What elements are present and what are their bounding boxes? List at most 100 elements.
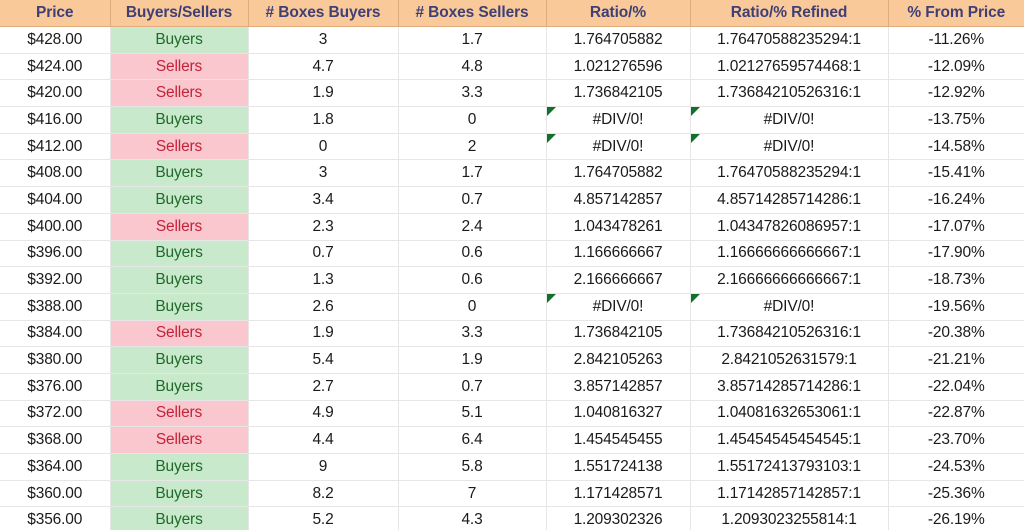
cell-ratio[interactable]: 1.736842105: [546, 79, 691, 108]
table-row[interactable]: $368.00 Sellers 4.4 6.4 1.454545455 1.4545454…: [0, 426, 1024, 454]
cell-boxes_buyers[interactable]: 1.9: [248, 320, 399, 348]
cell-side[interactable]: Sellers: [110, 213, 249, 241]
cell-boxes_sellers[interactable]: 6.4: [398, 426, 547, 454]
cell-price[interactable]: $412.00: [0, 133, 111, 161]
cell-side[interactable]: Sellers: [110, 400, 249, 428]
column-header-buyers-sellers[interactable]: Buyers/Sellers: [110, 0, 249, 27]
cell-ratio[interactable]: 1.166666667: [546, 240, 691, 268]
cell-boxes_sellers[interactable]: 0.6: [398, 266, 547, 294]
table-row[interactable]: $376.00 Buyers 2.7 0.7 3.857142857 3.85714285…: [0, 373, 1024, 401]
table-row[interactable]: $372.00 Sellers 4.9 5.1 1.040816327 1.0408163…: [0, 400, 1024, 428]
cell-boxes_buyers[interactable]: 3: [248, 159, 399, 188]
table-row[interactable]: $356.00 Buyers 5.2 4.3 1.209302326 1.20930232…: [0, 506, 1024, 530]
cell-side[interactable]: Sellers: [110, 53, 249, 81]
cell-boxes_buyers[interactable]: 0: [248, 133, 399, 161]
cell-boxes_sellers[interactable]: 1.7: [398, 26, 547, 54]
cell-price[interactable]: $428.00: [0, 26, 111, 54]
cell-pct_from_price[interactable]: -26.19%: [888, 506, 1024, 530]
table-row[interactable]: $420.00 Sellers 1.9 3.3 1.736842105 1.7368421…: [0, 79, 1024, 108]
cell-boxes_buyers[interactable]: 4.9: [248, 400, 399, 428]
cell-price[interactable]: $380.00: [0, 346, 111, 374]
cell-ratio[interactable]: 1.454545455: [546, 426, 691, 454]
table-row[interactable]: $392.00 Buyers 1.3 0.6 2.166666667 2.16666666…: [0, 266, 1024, 294]
cell-price[interactable]: $424.00: [0, 53, 111, 81]
cell-ratio[interactable]: 1.551724138: [546, 453, 691, 481]
cell-ratio_refined[interactable]: 1.45454545454545:1: [690, 426, 889, 454]
cell-side[interactable]: Buyers: [110, 293, 249, 321]
cell-ratio_refined[interactable]: 1.76470588235294:1: [690, 159, 889, 188]
cell-side[interactable]: Buyers: [110, 373, 249, 401]
cell-boxes_sellers[interactable]: 3.3: [398, 79, 547, 108]
cell-side[interactable]: Sellers: [110, 133, 249, 161]
cell-pct_from_price[interactable]: -13.75%: [888, 106, 1024, 134]
table-row[interactable]: $388.00 Buyers 2.6 0 #DIV/0! #DIV/0! -19.56%: [0, 293, 1024, 321]
cell-price[interactable]: $376.00: [0, 373, 111, 401]
cell-side[interactable]: Sellers: [110, 79, 249, 108]
cell-pct_from_price[interactable]: -15.41%: [888, 159, 1024, 188]
cell-boxes_buyers[interactable]: 5.4: [248, 346, 399, 374]
cell-boxes_sellers[interactable]: 0: [398, 293, 547, 321]
cell-price[interactable]: $388.00: [0, 293, 111, 321]
cell-side[interactable]: Buyers: [110, 240, 249, 268]
cell-price[interactable]: $392.00: [0, 266, 111, 294]
cell-ratio_refined[interactable]: 1.17142857142857:1: [690, 480, 889, 508]
cell-boxes_sellers[interactable]: 0: [398, 106, 547, 134]
cell-ratio[interactable]: 2.166666667: [546, 266, 691, 294]
cell-pct_from_price[interactable]: -19.56%: [888, 293, 1024, 321]
cell-price[interactable]: $416.00: [0, 106, 111, 134]
table-row[interactable]: $396.00 Buyers 0.7 0.6 1.166666667 1.16666666…: [0, 240, 1024, 268]
cell-price[interactable]: $400.00: [0, 213, 111, 241]
cell-ratio_refined[interactable]: 1.02127659574468:1: [690, 53, 889, 81]
cell-ratio_refined-error[interactable]: #DIV/0!: [690, 293, 889, 321]
cell-ratio[interactable]: 1.043478261: [546, 213, 691, 241]
cell-boxes_sellers[interactable]: 2.4: [398, 213, 547, 241]
cell-pct_from_price[interactable]: -23.70%: [888, 426, 1024, 454]
cell-pct_from_price[interactable]: -21.21%: [888, 346, 1024, 374]
cell-side[interactable]: Buyers: [110, 480, 249, 508]
cell-ratio_refined[interactable]: 1.04081632653061:1: [690, 400, 889, 428]
cell-ratio_refined[interactable]: 1.04347826086957:1: [690, 213, 889, 241]
cell-price[interactable]: $396.00: [0, 240, 111, 268]
cell-boxes_sellers[interactable]: 1.7: [398, 159, 547, 188]
table-row[interactable]: $424.00 Sellers 4.7 4.8 1.021276596 1.0212765…: [0, 53, 1024, 81]
cell-pct_from_price[interactable]: -12.92%: [888, 79, 1024, 108]
column-header-pct-from-price[interactable]: % From Price: [888, 0, 1024, 27]
column-header-ratio-refined[interactable]: Ratio/% Refined: [690, 0, 889, 27]
column-header-ratio[interactable]: Ratio/%: [546, 0, 691, 27]
cell-price[interactable]: $372.00: [0, 400, 111, 428]
cell-side[interactable]: Sellers: [110, 426, 249, 454]
cell-boxes_buyers[interactable]: 1.9: [248, 79, 399, 108]
cell-boxes_sellers[interactable]: 2: [398, 133, 547, 161]
cell-ratio[interactable]: 1.040816327: [546, 400, 691, 428]
cell-ratio_refined[interactable]: 1.2093023255814:1: [690, 506, 889, 530]
cell-side[interactable]: Buyers: [110, 186, 249, 214]
cell-ratio[interactable]: 1.209302326: [546, 506, 691, 530]
table-row[interactable]: $428.00 Buyers 3 1.7 1.764705882 1.7647058823…: [0, 26, 1024, 54]
cell-ratio[interactable]: 1.764705882: [546, 26, 691, 54]
cell-boxes_sellers[interactable]: 7: [398, 480, 547, 508]
cell-pct_from_price[interactable]: -24.53%: [888, 453, 1024, 481]
cell-side[interactable]: Buyers: [110, 453, 249, 481]
cell-ratio_refined[interactable]: 1.16666666666667:1: [690, 240, 889, 268]
cell-ratio_refined[interactable]: 3.85714285714286:1: [690, 373, 889, 401]
cell-ratio[interactable]: 1.021276596: [546, 53, 691, 81]
cell-boxes_sellers[interactable]: 4.8: [398, 53, 547, 81]
cell-boxes_buyers[interactable]: 1.8: [248, 106, 399, 134]
cell-side[interactable]: Buyers: [110, 106, 249, 134]
cell-pct_from_price[interactable]: -14.58%: [888, 133, 1024, 161]
cell-boxes_sellers[interactable]: 0.6: [398, 240, 547, 268]
cell-price[interactable]: $360.00: [0, 480, 111, 508]
cell-ratio_refined[interactable]: 1.55172413793103:1: [690, 453, 889, 481]
cell-ratio-error[interactable]: #DIV/0!: [546, 106, 691, 134]
cell-boxes_buyers[interactable]: 2.7: [248, 373, 399, 401]
cell-ratio_refined[interactable]: 1.73684210526316:1: [690, 79, 889, 108]
table-row[interactable]: $400.00 Sellers 2.3 2.4 1.043478261 1.0434782…: [0, 213, 1024, 241]
cell-boxes_buyers[interactable]: 0.7: [248, 240, 399, 268]
cell-pct_from_price[interactable]: -16.24%: [888, 186, 1024, 214]
cell-pct_from_price[interactable]: -17.07%: [888, 213, 1024, 241]
cell-pct_from_price[interactable]: -22.87%: [888, 400, 1024, 428]
cell-side[interactable]: Buyers: [110, 26, 249, 54]
cell-boxes_buyers[interactable]: 8.2: [248, 480, 399, 508]
cell-ratio[interactable]: 3.857142857: [546, 373, 691, 401]
cell-boxes_sellers[interactable]: 1.9: [398, 346, 547, 374]
